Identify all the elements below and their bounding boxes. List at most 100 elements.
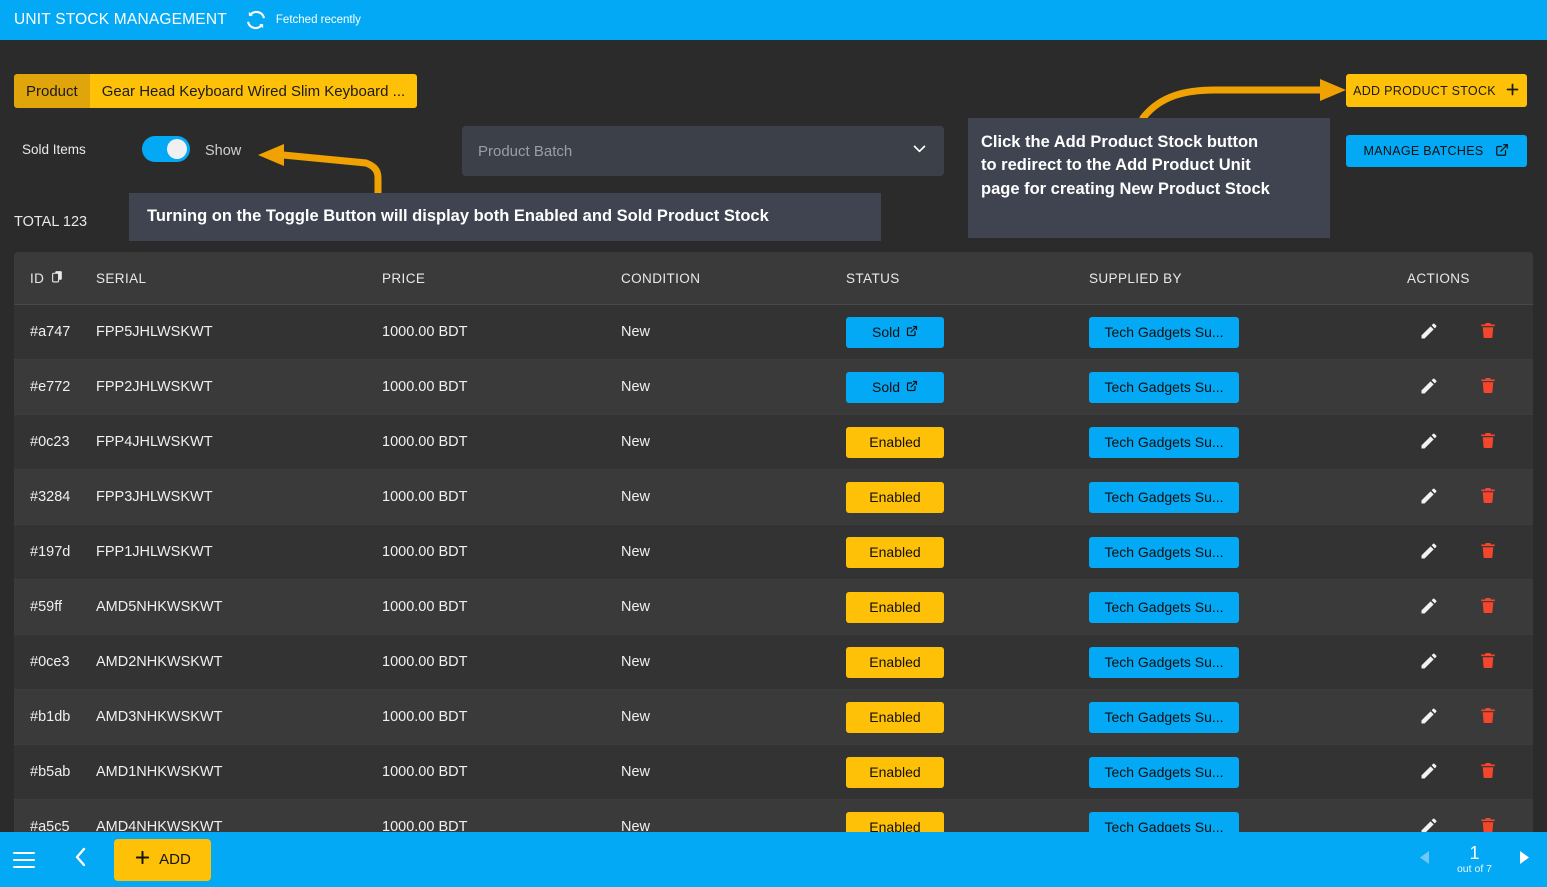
add-button[interactable]: ADD	[114, 838, 211, 881]
manage-batches-button[interactable]: MANAGE BATCHES	[1346, 135, 1527, 167]
product-batch-placeholder: Product Batch	[478, 142, 573, 160]
table-row: #a747 FPP5JHLWSKWT 1000.00 BDT New Sold Tech …	[14, 305, 1533, 360]
supplier-badge[interactable]: Tech Gadgets Su...	[1089, 701, 1239, 733]
cell-serial: AMD1NHKWSKWT	[96, 764, 223, 780]
delete-row-button[interactable]	[1479, 705, 1497, 729]
cell-serial: AMD2NHKWSKWT	[96, 654, 223, 670]
supplier-badge[interactable]: Tech Gadgets Su...	[1089, 316, 1239, 348]
table-row: #59ff AMD5NHKWSKWT 1000.00 BDT New Enabled Te…	[14, 580, 1533, 635]
column-header-supplied-by: SUPPLIED BY	[1089, 270, 1182, 286]
bottom-bar: ADD 1 out of 7	[0, 832, 1547, 887]
status-badge-label: Sold	[871, 324, 901, 340]
column-header-id-label: ID	[30, 270, 45, 286]
edit-row-button[interactable]	[1419, 486, 1439, 509]
delete-row-button[interactable]	[1479, 430, 1497, 454]
cell-price: 1000.00 BDT	[382, 764, 468, 780]
edit-row-button[interactable]	[1419, 596, 1439, 619]
status-badge-label: Sold	[871, 379, 901, 395]
cell-status: Enabled	[846, 756, 1089, 788]
edit-row-button[interactable]	[1419, 761, 1439, 784]
cell-supplied-by: Tech Gadgets Su...	[1089, 591, 1407, 623]
cell-actions	[1407, 595, 1533, 619]
manage-batches-label: MANAGE BATCHES	[1363, 144, 1484, 158]
callout-add-line1: Click the Add Product Stock button	[981, 133, 1259, 151]
status-badge[interactable]: Enabled	[846, 701, 944, 733]
table-row: #197d FPP1JHLWSKWT 1000.00 BDT New Enabled Te…	[14, 525, 1533, 580]
edit-row-button[interactable]	[1419, 651, 1439, 674]
status-badge[interactable]: Enabled	[846, 426, 944, 458]
refresh-icon[interactable]	[245, 9, 267, 31]
toggle-knob	[167, 139, 187, 159]
cell-serial: FPP5JHLWSKWT	[96, 324, 213, 340]
callout-add-line2: to redirect to the Add Product Unit	[981, 156, 1251, 175]
delete-row-button[interactable]	[1479, 595, 1497, 619]
triangle-left-icon[interactable]	[1418, 850, 1431, 870]
pencil-icon	[1419, 706, 1439, 729]
product-filter-chip[interactable]: Product Gear Head Keyboard Wired Slim Ke…	[14, 74, 418, 108]
sold-items-toggle[interactable]	[142, 136, 190, 162]
delete-row-button[interactable]	[1479, 375, 1497, 399]
supplier-badge[interactable]: Tech Gadgets Su...	[1089, 646, 1239, 678]
table-row: #0ce3 AMD2NHKWSKWT 1000.00 BDT New Enabled Te…	[14, 635, 1533, 690]
status-badge[interactable]: Sold	[846, 316, 944, 348]
cell-condition: New	[621, 324, 651, 340]
column-header-serial: SERIAL	[96, 270, 147, 286]
callout-toggle-text: Turning on the Toggle Button will displa…	[147, 207, 769, 226]
status-badge[interactable]: Enabled	[846, 481, 944, 513]
edit-row-button[interactable]	[1419, 541, 1439, 564]
delete-row-button[interactable]	[1479, 760, 1497, 784]
chevron-left-icon[interactable]	[73, 845, 89, 874]
cell-serial: FPP4JHLWSKWT	[96, 434, 213, 450]
edit-row-button[interactable]	[1419, 321, 1439, 344]
pencil-icon	[1419, 376, 1439, 399]
cell-condition: New	[621, 599, 651, 615]
cell-price: 1000.00 BDT	[382, 379, 468, 395]
supplier-badge[interactable]: Tech Gadgets Su...	[1089, 426, 1239, 458]
status-badge[interactable]: Enabled	[846, 591, 944, 623]
supplier-badge[interactable]: Tech Gadgets Su...	[1089, 756, 1239, 788]
hamburger-menu-icon[interactable]	[13, 847, 35, 873]
external-link-icon	[906, 379, 918, 395]
plus-icon	[1505, 82, 1520, 100]
supplier-badge[interactable]: Tech Gadgets Su...	[1089, 371, 1239, 403]
cell-condition: New	[621, 654, 651, 670]
cell-supplied-by: Tech Gadgets Su...	[1089, 701, 1407, 733]
edit-row-button[interactable]	[1419, 376, 1439, 399]
column-header-status: STATUS	[846, 270, 900, 286]
edit-row-button[interactable]	[1419, 431, 1439, 454]
cell-supplied-by: Tech Gadgets Su...	[1089, 426, 1407, 458]
status-badge-label: Enabled	[869, 764, 921, 780]
cell-status: Enabled	[846, 701, 1089, 733]
cell-status: Enabled	[846, 426, 1089, 458]
delete-row-button[interactable]	[1479, 485, 1497, 509]
external-link-icon	[1495, 143, 1509, 160]
status-badge[interactable]: Enabled	[846, 536, 944, 568]
copy-icon[interactable]	[51, 269, 64, 287]
triangle-right-icon[interactable]	[1518, 850, 1531, 870]
trash-icon	[1479, 375, 1497, 399]
fetch-status-group[interactable]: Fetched recently	[245, 9, 361, 31]
cell-price: 1000.00 BDT	[382, 324, 468, 340]
cell-status: Sold	[846, 316, 1089, 348]
external-link-icon	[906, 324, 918, 340]
delete-row-button[interactable]	[1479, 540, 1497, 564]
table-header-row: ID SERIAL PRICE CONDITION STATUS SUPPLIE…	[14, 252, 1533, 305]
delete-row-button[interactable]	[1479, 320, 1497, 344]
sold-items-label: Sold Items	[22, 142, 86, 157]
status-badge[interactable]: Enabled	[846, 756, 944, 788]
cell-serial: FPP3JHLWSKWT	[96, 489, 213, 505]
product-batch-select[interactable]: Product Batch	[462, 126, 944, 176]
cell-status: Enabled	[846, 591, 1089, 623]
supplier-badge[interactable]: Tech Gadgets Su...	[1089, 481, 1239, 513]
status-badge-label: Enabled	[869, 434, 921, 450]
status-badge[interactable]: Sold	[846, 371, 944, 403]
add-product-stock-button[interactable]: ADD PRODUCT STOCK	[1346, 74, 1527, 107]
unit-stock-management-page: UNIT STOCK MANAGEMENT Fetched recently P…	[0, 0, 1547, 887]
delete-row-button[interactable]	[1479, 650, 1497, 674]
cell-id: #3284	[30, 489, 71, 505]
supplier-badge[interactable]: Tech Gadgets Su...	[1089, 591, 1239, 623]
status-badge[interactable]: Enabled	[846, 646, 944, 678]
edit-row-button[interactable]	[1419, 706, 1439, 729]
supplier-badge[interactable]: Tech Gadgets Su...	[1089, 536, 1239, 568]
pencil-icon	[1419, 761, 1439, 784]
